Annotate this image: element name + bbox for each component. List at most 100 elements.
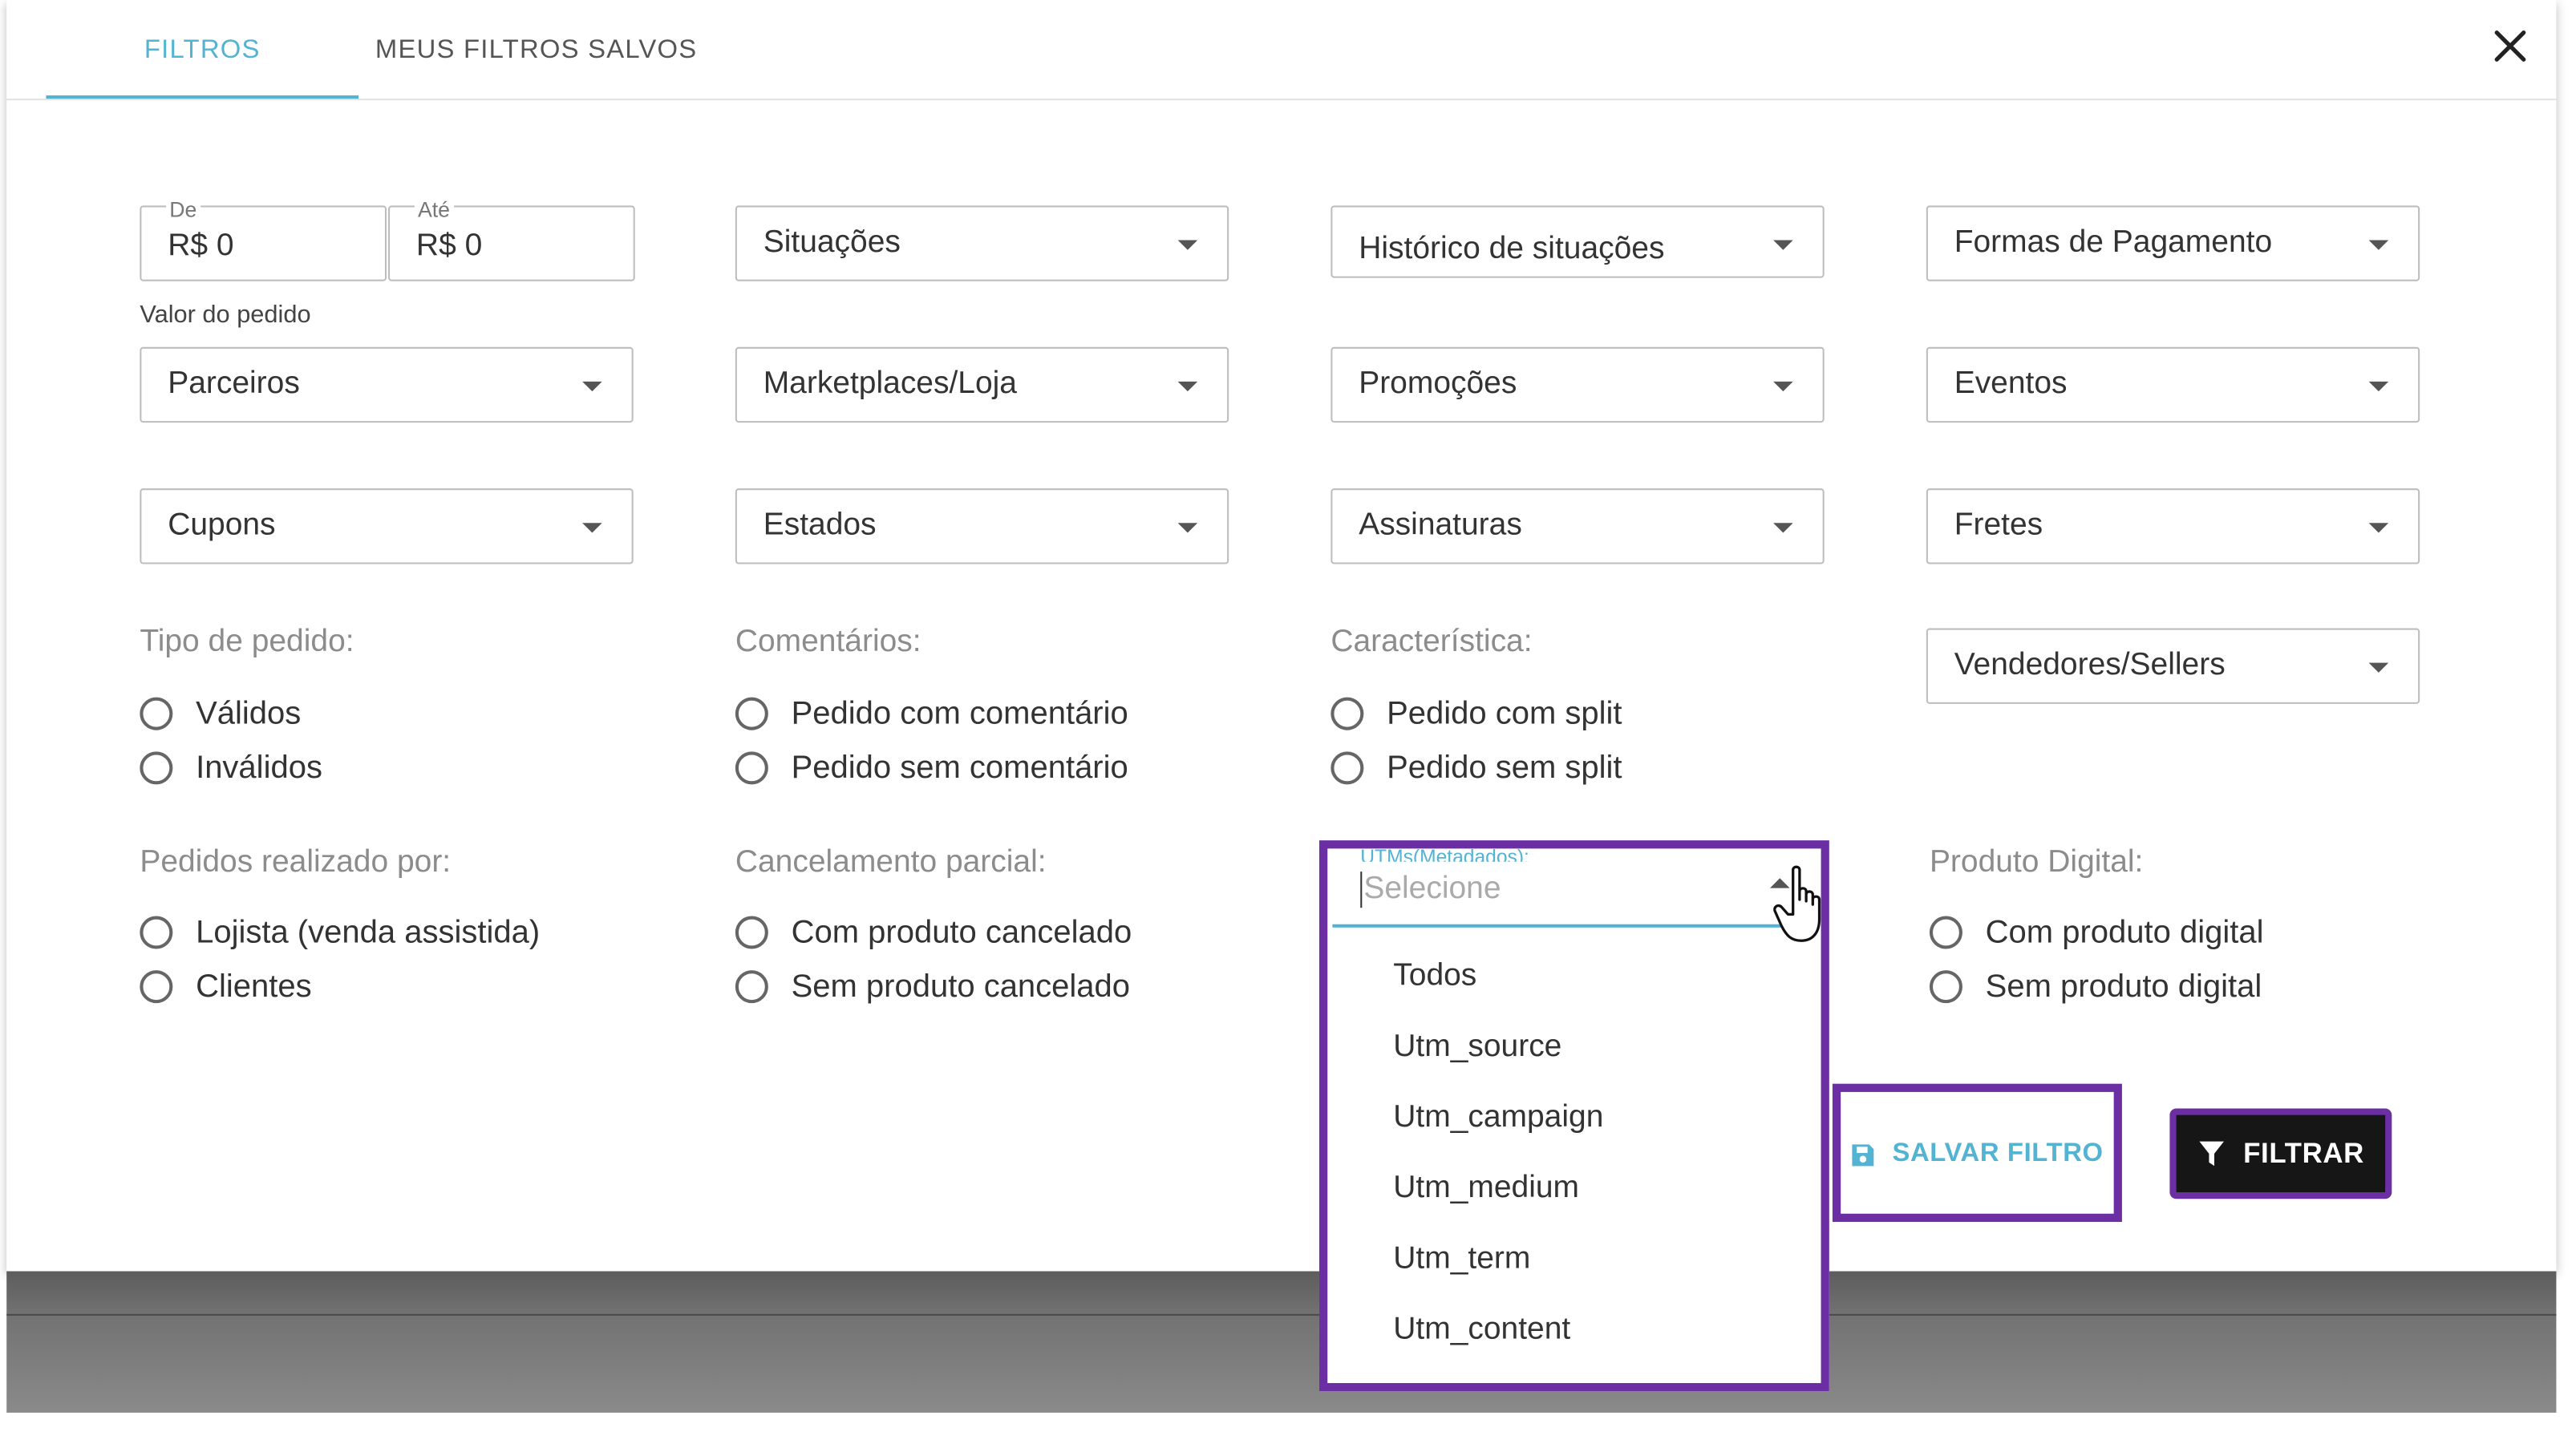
radio-sem-comentario-label: Pedido sem comentário <box>791 749 1128 786</box>
radio-circle[interactable] <box>1929 916 1962 949</box>
chevron-down-icon <box>2368 662 2389 673</box>
order-value-from-input[interactable]: R$ 0 <box>168 229 233 265</box>
produto-digital-title: Produto Digital: <box>1929 845 2144 880</box>
utm-option-campaign[interactable]: Utm_campaign <box>1332 1082 1819 1153</box>
chevron-down-icon <box>1177 523 1198 533</box>
radio-com-digital[interactable]: Com produto digital <box>1929 911 2264 953</box>
radio-sem-digital-label: Sem produto digital <box>1985 968 2262 1005</box>
radio-clientes-label: Clientes <box>196 968 312 1005</box>
chevron-down-icon <box>1773 240 1793 250</box>
vendedores-select-label: Vendedores/Sellers <box>1954 648 2226 683</box>
page: FILTROS MEUS FILTROS SALVOS De R$ 0 Até … <box>0 0 2576 1436</box>
filter-icon <box>2198 1141 2224 1167</box>
cupons-select[interactable]: Cupons <box>140 488 634 564</box>
realizado-por-title: Pedidos realizado por: <box>140 845 452 880</box>
order-value-to-input[interactable]: R$ 0 <box>416 229 482 265</box>
formas-pagamento-select-label: Formas de Pagamento <box>1954 225 2273 261</box>
radio-sem-comentario[interactable]: Pedido sem comentário <box>735 746 1128 789</box>
utm-options-list: Todos Utm_source Utm_campaign Utm_medium… <box>1332 940 1819 1365</box>
utm-select-label: UTMs(Metadados): <box>1360 847 1529 862</box>
radio-com-cancelado[interactable]: Com produto cancelado <box>735 911 1132 953</box>
estados-select-label: Estados <box>763 508 877 543</box>
tab-filtros[interactable]: FILTROS <box>46 0 359 99</box>
radio-sem-cancelado-label: Sem produto cancelado <box>791 968 1131 1005</box>
estados-select[interactable]: Estados <box>735 488 1229 564</box>
radio-clientes[interactable]: Clientes <box>140 965 312 1008</box>
eventos-select[interactable]: Eventos <box>1926 346 2420 423</box>
marketplaces-select[interactable]: Marketplaces/Loja <box>735 346 1229 423</box>
formas-pagamento-select[interactable]: Formas de Pagamento <box>1926 205 2420 281</box>
filtrar-button[interactable]: FILTRAR <box>2177 1115 2385 1192</box>
utm-select-input[interactable]: UTMs(Metadados): Selecione <box>1332 847 1790 928</box>
caracteristica-title: Característica: <box>1331 625 1533 660</box>
close-icon[interactable] <box>2487 23 2533 69</box>
utm-dropdown[interactable]: UTMs(Metadados): Selecione Todos Utm_sou… <box>1318 840 1829 1392</box>
order-value-from-label: De <box>166 197 200 222</box>
eventos-select-label: Eventos <box>1954 366 2068 402</box>
radio-lojista[interactable]: Lojista (venda assistida) <box>140 911 540 953</box>
parceiros-select[interactable]: Parceiros <box>140 346 634 423</box>
utm-option-medium[interactable]: Utm_medium <box>1332 1153 1819 1224</box>
radio-circle[interactable] <box>735 751 768 785</box>
footer-bar <box>6 1271 2557 1413</box>
marketplaces-select-label: Marketplaces/Loja <box>763 366 1017 402</box>
historico-select-label: Histórico de situações <box>1359 232 1665 267</box>
hand-cursor-icon <box>1773 865 1821 942</box>
radio-invalidos[interactable]: Inválidos <box>140 746 322 789</box>
radio-invalidos-label: Inválidos <box>196 749 322 786</box>
radio-circle[interactable] <box>140 751 173 785</box>
promocoes-select[interactable]: Promoções <box>1331 346 1825 423</box>
utm-option-todos[interactable]: Todos <box>1332 940 1819 1011</box>
radio-circle[interactable] <box>1331 697 1364 730</box>
radio-sem-cancelado[interactable]: Sem produto cancelado <box>735 965 1130 1008</box>
filter-modal: FILTROS MEUS FILTROS SALVOS De R$ 0 Até … <box>6 0 2557 1272</box>
salvar-filtro-button[interactable]: SALVAR FILTRO <box>1841 1133 2113 1175</box>
assinaturas-select[interactable]: Assinaturas <box>1331 488 1825 564</box>
chevron-down-icon <box>1773 381 1793 392</box>
radio-circle[interactable] <box>735 916 768 949</box>
situacoes-select[interactable]: Situações <box>735 205 1229 281</box>
radio-validos-label: Válidos <box>196 694 302 731</box>
chevron-down-icon <box>1773 523 1793 533</box>
chevron-down-icon <box>1177 240 1198 250</box>
utm-option-term[interactable]: Utm_term <box>1332 1224 1819 1294</box>
radio-com-split[interactable]: Pedido com split <box>1331 693 1622 735</box>
radio-circle[interactable] <box>140 970 173 1004</box>
radio-circle[interactable] <box>1331 751 1364 785</box>
utm-select-placeholder[interactable]: Selecione <box>1363 872 1501 908</box>
vendedores-select[interactable]: Vendedores/Sellers <box>1926 628 2420 704</box>
utm-option-source[interactable]: Utm_source <box>1332 1011 1819 1082</box>
salvar-filtro-label: SALVAR FILTRO <box>1892 1139 2104 1168</box>
text-cursor <box>1360 872 1363 908</box>
save-icon <box>1853 1143 1875 1166</box>
chevron-down-icon <box>1177 381 1198 392</box>
order-value-from-field[interactable]: De R$ 0 <box>140 197 387 281</box>
radio-circle[interactable] <box>140 916 173 949</box>
order-value-caption: Valor do pedido <box>140 301 311 330</box>
chevron-down-icon <box>582 523 602 533</box>
radio-com-comentario[interactable]: Pedido com comentário <box>735 693 1128 735</box>
order-value-to-field[interactable]: Até R$ 0 <box>388 197 635 281</box>
radio-circle[interactable] <box>735 697 768 730</box>
tab-meus-filtros-salvos[interactable]: MEUS FILTROS SALVOS <box>358 0 714 99</box>
radio-sem-split[interactable]: Pedido sem split <box>1331 746 1622 789</box>
fretes-select[interactable]: Fretes <box>1926 488 2420 564</box>
filtrar-highlight: FILTRAR <box>2169 1108 2392 1199</box>
radio-validos[interactable]: Válidos <box>140 693 301 735</box>
utm-option-content[interactable]: Utm_content <box>1332 1294 1819 1365</box>
tab-bar: FILTROS MEUS FILTROS SALVOS <box>6 0 2557 101</box>
chevron-down-icon <box>582 381 602 392</box>
radio-com-comentario-label: Pedido com comentário <box>791 694 1128 731</box>
radio-com-cancelado-label: Com produto cancelado <box>791 913 1132 950</box>
radio-sem-digital[interactable]: Sem produto digital <box>1929 965 2262 1008</box>
radio-circle[interactable] <box>1929 970 1962 1004</box>
assinaturas-select-label: Assinaturas <box>1359 508 1522 543</box>
chevron-down-icon <box>2368 381 2389 392</box>
chevron-down-icon <box>2368 240 2389 250</box>
radio-circle[interactable] <box>140 697 173 730</box>
radio-circle[interactable] <box>735 970 768 1004</box>
comentarios-title: Comentários: <box>735 625 921 660</box>
radio-com-split-label: Pedido com split <box>1387 694 1622 731</box>
historico-select[interactable]: Histórico de situações <box>1331 205 1825 278</box>
radio-sem-split-label: Pedido sem split <box>1387 749 1622 786</box>
